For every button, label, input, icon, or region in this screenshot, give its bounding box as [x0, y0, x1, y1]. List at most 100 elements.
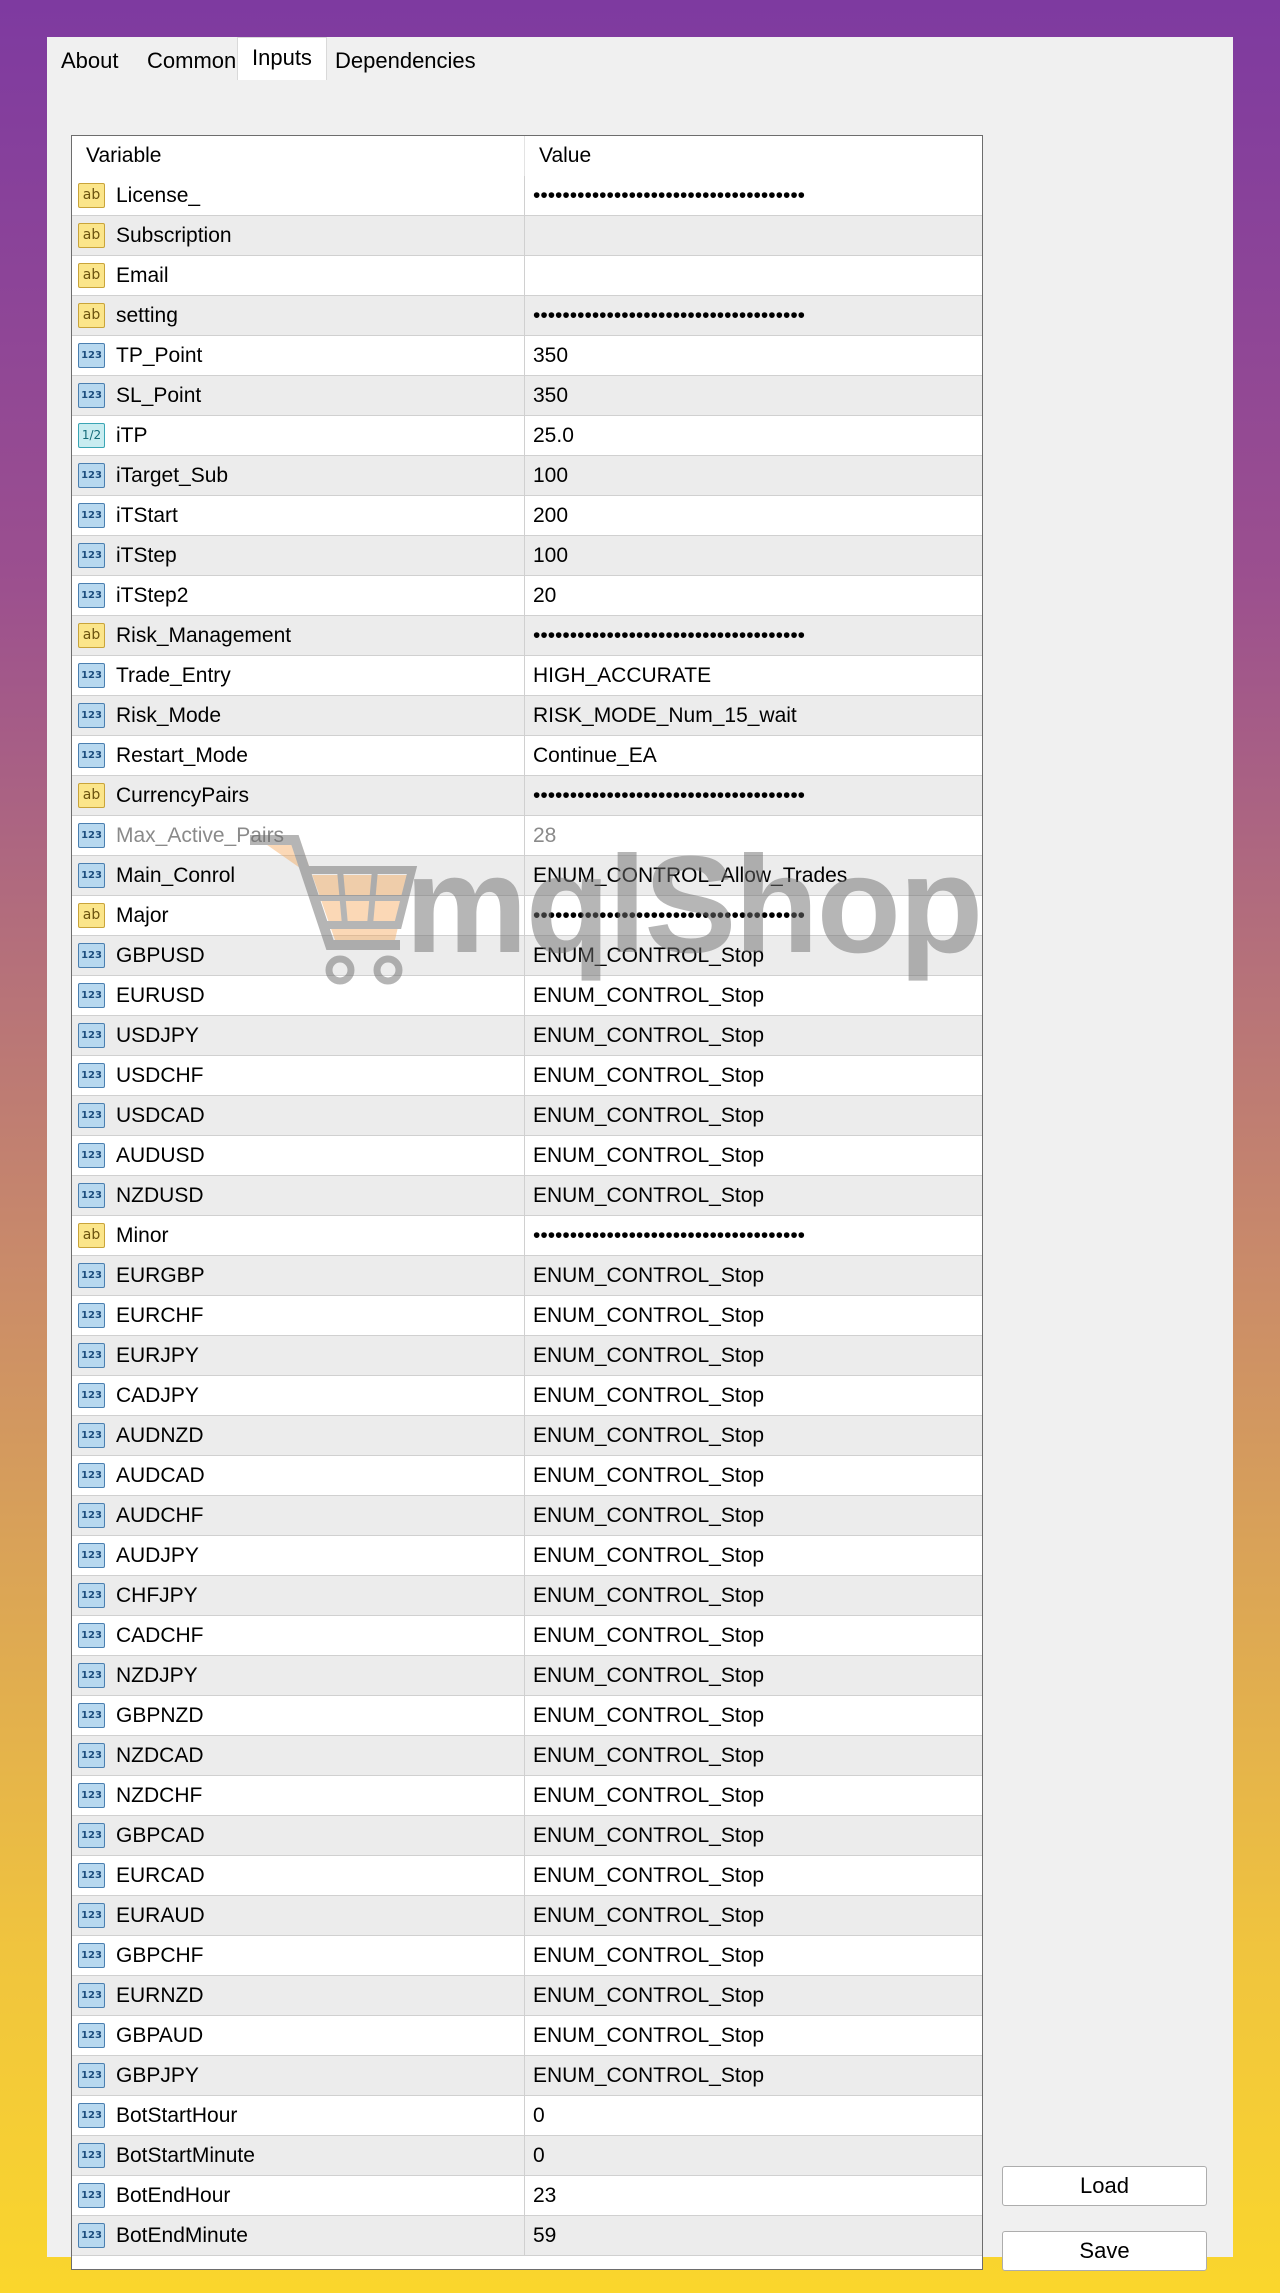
column-header-variable[interactable]: Variable [72, 136, 525, 176]
tab-inputs[interactable]: Inputs [237, 37, 327, 81]
value-cell[interactable]: ••••••••••••••••••••••••••••••••••••• [525, 616, 982, 655]
table-row[interactable]: 123 Trade_Entry HIGH_ACCURATE [72, 656, 982, 696]
table-row[interactable]: 123 Max_Active_Pairs 28 [72, 816, 982, 856]
value-cell[interactable]: ENUM_CONTROL_Stop [525, 976, 982, 1015]
table-row[interactable]: ab Risk_Management •••••••••••••••••••••••… [72, 616, 982, 656]
table-row[interactable]: 123 EURAUD ENUM_CONTROL_Stop [72, 1896, 982, 1936]
value-cell[interactable]: ••••••••••••••••••••••••••••••••••••• [525, 176, 982, 215]
value-cell[interactable]: HIGH_ACCURATE [525, 656, 982, 695]
table-row[interactable]: 123 TP_Point 350 [72, 336, 982, 376]
value-cell[interactable]: 20 [525, 576, 982, 615]
table-row[interactable]: 123 iTStep2 20 [72, 576, 982, 616]
value-cell[interactable]: ENUM_CONTROL_Stop [525, 1256, 982, 1295]
table-row[interactable]: 123 GBPUSD ENUM_CONTROL_Stop [72, 936, 982, 976]
value-cell[interactable]: ENUM_CONTROL_Stop [525, 1896, 982, 1935]
table-row[interactable]: 123 GBPCAD ENUM_CONTROL_Stop [72, 1816, 982, 1856]
table-row[interactable]: 123 Risk_Mode RISK_MODE_Num_15_wait [72, 696, 982, 736]
table-row[interactable]: 123 AUDCAD ENUM_CONTROL_Stop [72, 1456, 982, 1496]
value-cell[interactable]: ENUM_CONTROL_Stop [525, 1616, 982, 1655]
value-cell[interactable]: ENUM_CONTROL_Stop [525, 1536, 982, 1575]
table-row[interactable]: 123 CADJPY ENUM_CONTROL_Stop [72, 1376, 982, 1416]
table-row[interactable]: 123 GBPAUD ENUM_CONTROL_Stop [72, 2016, 982, 2056]
value-cell[interactable]: ENUM_CONTROL_Stop [525, 1016, 982, 1055]
tab-common[interactable]: Common [133, 43, 250, 79]
table-row[interactable]: 123 Restart_Mode Continue_EA [72, 736, 982, 776]
value-cell[interactable]: RISK_MODE_Num_15_wait [525, 696, 982, 735]
value-cell[interactable]: ENUM_CONTROL_Stop [525, 1776, 982, 1815]
table-row[interactable]: ab Subscription [72, 216, 982, 256]
value-cell[interactable] [525, 256, 982, 295]
table-row[interactable]: 123 EURUSD ENUM_CONTROL_Stop [72, 976, 982, 1016]
tab-about[interactable]: About [47, 43, 133, 79]
table-row[interactable]: 123 BotEndHour 23 [72, 2176, 982, 2216]
table-row[interactable]: 123 CHFJPY ENUM_CONTROL_Stop [72, 1576, 982, 1616]
table-row[interactable]: 123 AUDUSD ENUM_CONTROL_Stop [72, 1136, 982, 1176]
value-cell[interactable]: ENUM_CONTROL_Stop [525, 1096, 982, 1135]
table-row[interactable]: 1/2 iTP 25.0 [72, 416, 982, 456]
value-cell[interactable]: 100 [525, 536, 982, 575]
table-row[interactable]: 123 GBPCHF ENUM_CONTROL_Stop [72, 1936, 982, 1976]
value-cell[interactable]: 59 [525, 2216, 982, 2255]
table-row[interactable]: ab Email [72, 256, 982, 296]
table-row[interactable]: 123 BotEndMinute 59 [72, 2216, 982, 2256]
value-cell[interactable]: ENUM_CONTROL_Allow_Trades [525, 856, 982, 895]
table-row[interactable]: 123 EURJPY ENUM_CONTROL_Stop [72, 1336, 982, 1376]
value-cell[interactable]: ENUM_CONTROL_Stop [525, 1416, 982, 1455]
value-cell[interactable]: ENUM_CONTROL_Stop [525, 1376, 982, 1415]
save-button[interactable]: Save [1002, 2231, 1207, 2271]
value-cell[interactable] [525, 216, 982, 255]
table-row[interactable]: 123 AUDCHF ENUM_CONTROL_Stop [72, 1496, 982, 1536]
table-row[interactable]: 123 iTarget_Sub 100 [72, 456, 982, 496]
table-row[interactable]: 123 BotStartMinute 0 [72, 2136, 982, 2176]
table-row[interactable]: 123 USDCAD ENUM_CONTROL_Stop [72, 1096, 982, 1136]
table-row[interactable]: 123 USDJPY ENUM_CONTROL_Stop [72, 1016, 982, 1056]
value-cell[interactable]: ENUM_CONTROL_Stop [525, 936, 982, 975]
table-row[interactable]: 123 EURGBP ENUM_CONTROL_Stop [72, 1256, 982, 1296]
value-cell[interactable]: ENUM_CONTROL_Stop [525, 2056, 982, 2095]
table-row[interactable]: 123 CADCHF ENUM_CONTROL_Stop [72, 1616, 982, 1656]
table-row[interactable]: 123 SL_Point 350 [72, 376, 982, 416]
value-cell[interactable]: 200 [525, 496, 982, 535]
value-cell[interactable]: ENUM_CONTROL_Stop [525, 1456, 982, 1495]
table-row[interactable]: 123 EURCHF ENUM_CONTROL_Stop [72, 1296, 982, 1336]
table-row[interactable]: 123 GBPJPY ENUM_CONTROL_Stop [72, 2056, 982, 2096]
value-cell[interactable]: ENUM_CONTROL_Stop [525, 1656, 982, 1695]
table-row[interactable]: ab setting •••••••••••••••••••••••••••••••… [72, 296, 982, 336]
value-cell[interactable]: ENUM_CONTROL_Stop [525, 1816, 982, 1855]
table-row[interactable]: 123 AUDNZD ENUM_CONTROL_Stop [72, 1416, 982, 1456]
table-row[interactable]: 123 NZDUSD ENUM_CONTROL_Stop [72, 1176, 982, 1216]
value-cell[interactable]: 28 [525, 816, 982, 855]
table-row[interactable]: 123 USDCHF ENUM_CONTROL_Stop [72, 1056, 982, 1096]
value-cell[interactable]: ENUM_CONTROL_Stop [525, 1856, 982, 1895]
table-row[interactable]: 123 EURCAD ENUM_CONTROL_Stop [72, 1856, 982, 1896]
table-row[interactable]: 123 NZDJPY ENUM_CONTROL_Stop [72, 1656, 982, 1696]
value-cell[interactable]: ENUM_CONTROL_Stop [525, 1976, 982, 2015]
value-cell[interactable]: ENUM_CONTROL_Stop [525, 1936, 982, 1975]
value-cell[interactable]: ENUM_CONTROL_Stop [525, 1176, 982, 1215]
value-cell[interactable]: Continue_EA [525, 736, 982, 775]
value-cell[interactable]: 350 [525, 376, 982, 415]
value-cell[interactable]: ••••••••••••••••••••••••••••••••••••• [525, 296, 982, 335]
table-row[interactable]: 123 iTStart 200 [72, 496, 982, 536]
table-row[interactable]: ab Major •••••••••••••••••••••••••••••••••… [72, 896, 982, 936]
table-row[interactable]: ab License_ ••••••••••••••••••••••••••••••… [72, 176, 982, 216]
table-row[interactable]: 123 EURNZD ENUM_CONTROL_Stop [72, 1976, 982, 2016]
table-row[interactable]: 123 GBPNZD ENUM_CONTROL_Stop [72, 1696, 982, 1736]
value-cell[interactable]: 0 [525, 2136, 982, 2175]
inputs-grid[interactable]: Variable Value ab License_ •••••••••••••••… [71, 135, 983, 2270]
value-cell[interactable]: ••••••••••••••••••••••••••••••••••••• [525, 776, 982, 815]
table-row[interactable]: 123 NZDCAD ENUM_CONTROL_Stop [72, 1736, 982, 1776]
table-row[interactable]: ab Minor •••••••••••••••••••••••••••••••••… [72, 1216, 982, 1256]
table-row[interactable]: ab CurrencyPairs •••••••••••••••••••••••••… [72, 776, 982, 816]
value-cell[interactable]: 23 [525, 2176, 982, 2215]
load-button[interactable]: Load [1002, 2166, 1207, 2206]
column-header-value[interactable]: Value [525, 136, 982, 176]
value-cell[interactable]: ENUM_CONTROL_Stop [525, 1696, 982, 1735]
value-cell[interactable]: 350 [525, 336, 982, 375]
value-cell[interactable]: ••••••••••••••••••••••••••••••••••••• [525, 896, 982, 935]
value-cell[interactable]: ENUM_CONTROL_Stop [525, 1056, 982, 1095]
table-row[interactable]: 123 Main_Conrol ENUM_CONTROL_Allow_Trades [72, 856, 982, 896]
value-cell[interactable]: ENUM_CONTROL_Stop [525, 2016, 982, 2055]
value-cell[interactable]: 0 [525, 2096, 982, 2135]
value-cell[interactable]: ••••••••••••••••••••••••••••••••••••• [525, 1216, 982, 1255]
